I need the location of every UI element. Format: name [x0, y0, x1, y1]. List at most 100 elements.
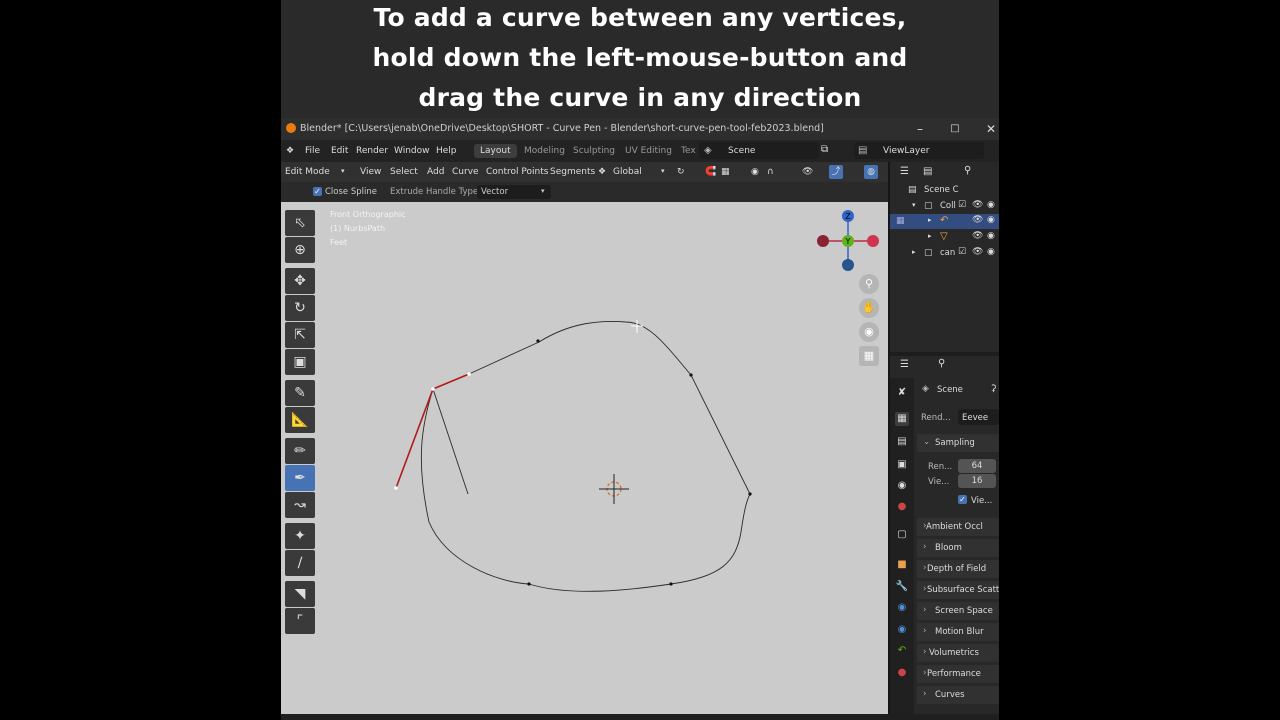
- tab-texture[interactable]: Tex: [681, 146, 696, 156]
- render-tab-icon[interactable]: ▦: [895, 412, 909, 426]
- menu-curve[interactable]: Curve: [452, 167, 479, 177]
- mode-selector[interactable]: Edit Mode: [285, 167, 330, 177]
- expand-arrow-icon[interactable]: ▸: [928, 232, 932, 240]
- view-layer-tab-icon[interactable]: ▣: [895, 458, 909, 472]
- panel-volumetrics[interactable]: › Volumetrics: [917, 644, 999, 662]
- maximize-icon[interactable]: □: [946, 120, 964, 138]
- zoom-icon[interactable]: ⚲: [859, 274, 879, 294]
- minimize-icon[interactable]: –: [911, 120, 929, 138]
- menu-edit[interactable]: Edit: [331, 146, 348, 156]
- camera-icon[interactable]: ◉: [987, 200, 995, 210]
- collection-tab-icon[interactable]: ▢: [895, 528, 909, 542]
- extrude-handle-dropdown[interactable]: Vector ▾: [477, 185, 551, 199]
- tab-layout[interactable]: Layout: [474, 144, 517, 158]
- gizmo-neg-z-axis[interactable]: [842, 259, 854, 271]
- output-tab-icon[interactable]: ▤: [895, 435, 909, 449]
- render-engine-dropdown[interactable]: Eevee: [958, 409, 999, 425]
- viewlayer-selector[interactable]: ▤ ViewLayer: [854, 142, 984, 159]
- control-point[interactable]: [431, 387, 435, 391]
- camera-icon[interactable]: ◉: [987, 247, 995, 257]
- outliner-editor-icon[interactable]: ☰: [900, 166, 909, 177]
- menu-window[interactable]: Window: [394, 146, 430, 156]
- eye-icon[interactable]: 👁: [972, 215, 983, 225]
- panel-motion-blur[interactable]: › Motion Blur: [917, 623, 999, 641]
- panel-depth-of-field[interactable]: › Depth of Field: [917, 560, 999, 578]
- eye-icon[interactable]: 👁: [972, 231, 983, 241]
- render-samples-field[interactable]: 64: [958, 459, 996, 473]
- outliner-row-curve[interactable]: ▦ ▸ ↶ 👁 ◉: [890, 214, 999, 229]
- particles-tab-icon[interactable]: ◉: [895, 601, 909, 615]
- camera-view-icon[interactable]: ◉: [859, 322, 879, 342]
- pin-icon[interactable]: ⚳: [990, 384, 997, 394]
- checkbox-icon[interactable]: ☑: [958, 200, 966, 210]
- transform-orientation[interactable]: Global: [613, 167, 642, 177]
- control-point[interactable]: [536, 339, 540, 343]
- scene-tab-icon[interactable]: ◉: [895, 479, 909, 493]
- camera-icon[interactable]: ◉: [987, 215, 995, 225]
- menu-file[interactable]: File: [305, 146, 320, 156]
- new-scene-icon[interactable]: ⧉: [821, 144, 828, 155]
- outliner-row-mesh[interactable]: ▸ ▽ 👁 ◉: [890, 230, 999, 245]
- control-point[interactable]: [467, 372, 471, 376]
- search-icon[interactable]: ⚲: [938, 358, 945, 369]
- menu-help[interactable]: Help: [436, 146, 457, 156]
- menu-select[interactable]: Select: [390, 167, 418, 177]
- physics-tab-icon[interactable]: ◉: [895, 623, 909, 637]
- viewport-denoise-checkbox[interactable]: ✓: [958, 495, 967, 504]
- falloff-icon[interactable]: ∩: [767, 167, 774, 177]
- gizmo-x-axis[interactable]: [867, 235, 879, 247]
- gizmo-toggle-icon[interactable]: ⤴: [829, 165, 843, 179]
- checkbox-icon[interactable]: ☑: [958, 247, 966, 257]
- control-point[interactable]: [527, 582, 531, 586]
- visibility-icon[interactable]: 👁: [802, 167, 813, 177]
- pan-hand-icon[interactable]: ✋: [859, 298, 879, 318]
- properties-editor-icon[interactable]: ☰: [900, 359, 909, 370]
- pivot-icon[interactable]: ↻: [677, 167, 685, 177]
- close-icon[interactable]: ✕: [982, 120, 999, 138]
- data-tab-icon[interactable]: ↶: [895, 644, 909, 658]
- outliner-row-camera[interactable]: ▸ ▢ can ☑ 👁 ◉: [890, 246, 999, 261]
- menu-view[interactable]: View: [360, 167, 381, 177]
- eye-icon[interactable]: 👁: [972, 247, 983, 257]
- proportional-edit-icon[interactable]: ◉: [751, 167, 759, 177]
- control-point[interactable]: [689, 373, 693, 377]
- snap-icon[interactable]: 🧲: [705, 167, 716, 177]
- panel-sampling[interactable]: ⌄ Sampling: [917, 434, 999, 452]
- blender-menu-icon[interactable]: ❖: [286, 146, 294, 156]
- expand-arrow-icon[interactable]: ▸: [912, 248, 916, 256]
- panel-performance[interactable]: › Performance: [917, 665, 999, 683]
- grid-toggle-icon[interactable]: ▦: [859, 346, 879, 366]
- panel-screen-space[interactable]: › Screen Space: [917, 602, 999, 620]
- control-point[interactable]: [669, 582, 673, 586]
- tab-uv-editing[interactable]: UV Editing: [625, 146, 672, 156]
- viewport-samples-field[interactable]: 16: [958, 474, 996, 488]
- curve-path[interactable]: [420, 320, 751, 592]
- panel-bloom[interactable]: › Bloom: [917, 539, 999, 557]
- outliner-row-collection[interactable]: ▾ ▢ Coll ☑ 👁 ◉: [890, 199, 999, 214]
- world-tab-icon[interactable]: ●: [895, 500, 909, 514]
- panel-subsurface-scattering[interactable]: › Subsurface Scatt: [917, 581, 999, 599]
- filter-icon[interactable]: ▤: [923, 166, 932, 177]
- tab-modeling[interactable]: Modeling: [524, 146, 565, 156]
- modifier-tab-icon[interactable]: 🔧: [895, 580, 909, 594]
- menu-control-points[interactable]: Control Points: [486, 167, 548, 177]
- 3d-viewport[interactable]: Front Orthographic (1) NurbsPath Feet ⬁ …: [281, 202, 888, 714]
- menu-segments[interactable]: Segments: [550, 167, 595, 177]
- search-icon[interactable]: ⚲: [964, 165, 971, 176]
- control-point[interactable]: [748, 492, 752, 496]
- camera-icon[interactable]: ◉: [987, 231, 995, 241]
- panel-curves[interactable]: › Curves: [917, 686, 999, 704]
- object-tab-icon[interactable]: ■: [895, 558, 909, 572]
- tab-sculpting[interactable]: Sculpting: [573, 146, 615, 156]
- material-tab-icon[interactable]: ●: [895, 666, 909, 680]
- menu-add[interactable]: Add: [427, 167, 444, 177]
- tool-tab-icon[interactable]: ✘: [895, 386, 909, 400]
- panel-ambient-occlusion[interactable]: › Ambient Occl: [917, 518, 999, 536]
- snap-target-icon[interactable]: ▦: [721, 167, 730, 177]
- gizmo-neg-x-axis[interactable]: [817, 235, 829, 247]
- scene-selector[interactable]: ◈ Scene: [699, 142, 819, 159]
- expand-arrow-icon[interactable]: ▾: [912, 201, 916, 209]
- control-point[interactable]: [394, 486, 398, 490]
- eye-icon[interactable]: 👁: [972, 200, 983, 210]
- navigation-gizmo[interactable]: Z Y: [817, 210, 879, 271]
